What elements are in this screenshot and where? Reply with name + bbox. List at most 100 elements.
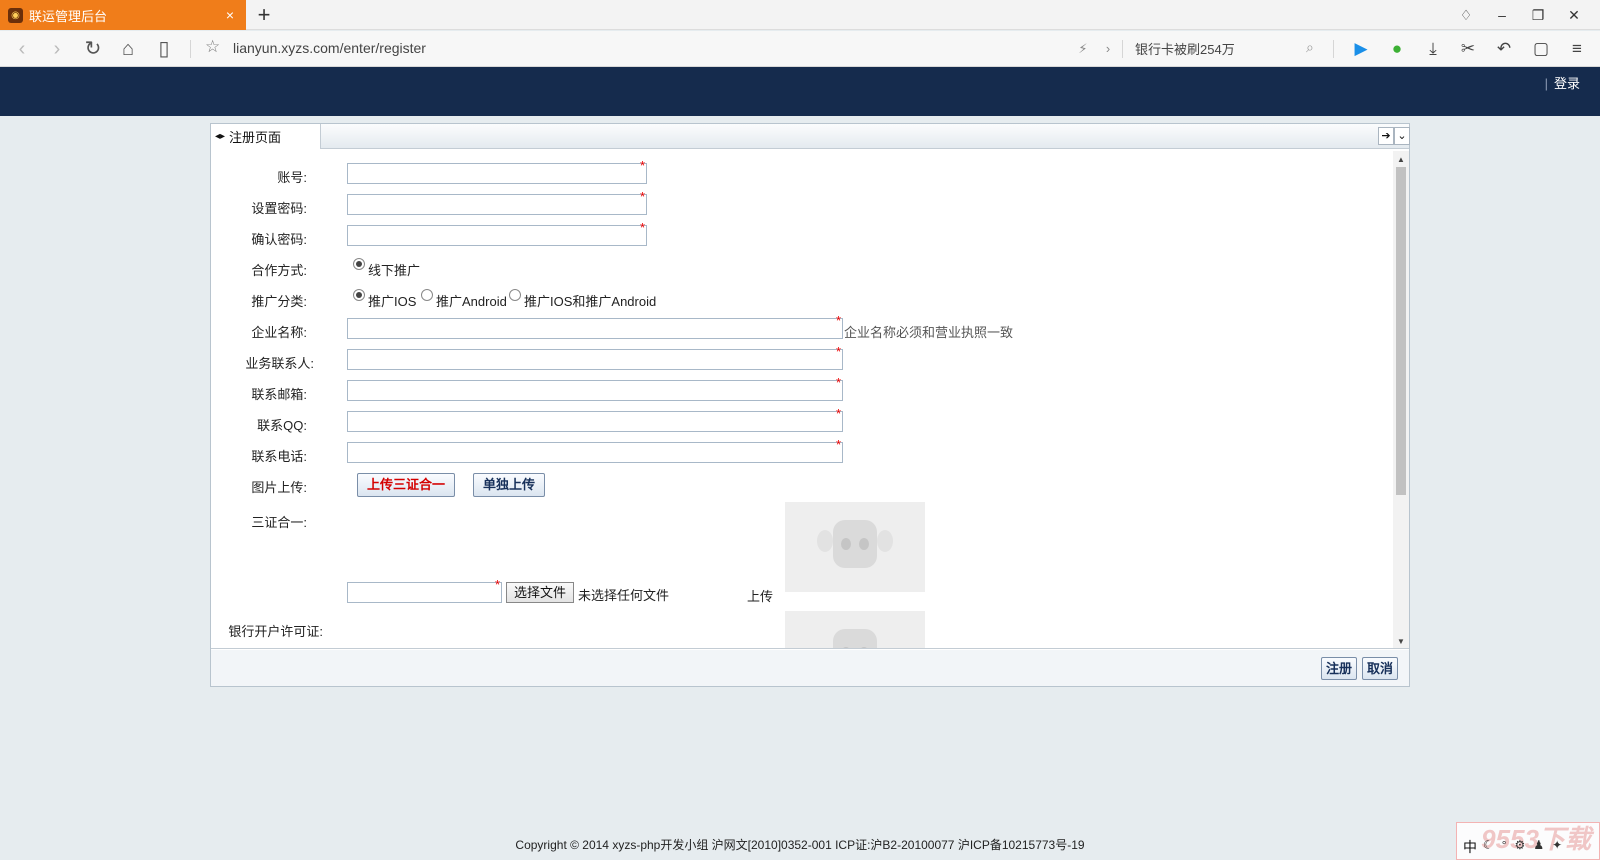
coop-row: 合作方式: 线下推广 xyxy=(211,256,1361,280)
header-divider: | xyxy=(1544,76,1548,91)
image-upload-label: 图片上传: xyxy=(251,480,307,495)
new-tab-button[interactable]: + xyxy=(254,3,274,27)
required-mark: * xyxy=(836,375,842,390)
menu-icon[interactable]: ≡ xyxy=(1566,38,1588,60)
search-input[interactable]: 银行卡被刷254万 xyxy=(1135,39,1235,58)
reload-icon[interactable]: ↻ xyxy=(81,37,105,61)
ime-indicator[interactable]: 中 xyxy=(1463,837,1477,857)
upload-link[interactable]: 上传 xyxy=(747,586,773,605)
qq-label: 联系QQ: xyxy=(257,418,307,433)
password-row: 设置密码: * xyxy=(211,189,1361,218)
placeholder-eye xyxy=(859,538,869,550)
close-window-icon[interactable]: ✕ xyxy=(1556,0,1592,30)
category-ios-radio[interactable] xyxy=(353,289,365,301)
panel-next-icon[interactable]: ➔ xyxy=(1378,127,1394,145)
required-mark: * xyxy=(836,344,842,359)
upload-combined-button[interactable]: 上传三证合一 xyxy=(357,473,455,497)
email-input[interactable] xyxy=(347,380,843,401)
scissors-icon[interactable]: ✂ xyxy=(1457,38,1479,60)
category-both-radio[interactable] xyxy=(509,289,521,301)
download-icon[interactable]: ⤓ xyxy=(1422,38,1444,60)
bookmark-star-icon[interactable]: ☆ xyxy=(205,37,220,57)
category-android-radio[interactable] xyxy=(421,289,433,301)
cancel-button[interactable]: 取消 xyxy=(1362,657,1398,680)
required-mark: * xyxy=(640,189,646,204)
password-input[interactable] xyxy=(347,194,647,215)
watermark: 9553下载 中 ☾°⚙♟✦ xyxy=(1456,822,1600,860)
required-mark: * xyxy=(640,220,646,235)
required-mark: * xyxy=(836,406,842,421)
tab-register-page[interactable]: ◂▸ 注册页面 xyxy=(211,124,321,149)
reader-icon[interactable]: ▯ xyxy=(152,37,176,61)
site-header: | 登录 xyxy=(0,67,1600,116)
ime-toolbar-icons[interactable]: ☾°⚙♟✦ xyxy=(1483,838,1570,852)
bank-license-row: 银行开户许可证: xyxy=(211,611,1361,648)
placeholder-eye xyxy=(841,538,851,550)
choose-file-button[interactable]: 选择文件 xyxy=(506,582,574,603)
confirm-password-label: 确认密码: xyxy=(251,232,307,247)
category-label: 推广分类: xyxy=(251,294,307,309)
company-input[interactable] xyxy=(347,318,843,339)
login-link[interactable]: | 登录 xyxy=(1545,73,1580,92)
required-mark: * xyxy=(640,158,646,173)
phone-input[interactable] xyxy=(347,442,843,463)
category-ios-label: 推广IOS xyxy=(368,294,417,309)
minimize-icon[interactable]: – xyxy=(1484,0,1520,30)
undo-icon[interactable]: ↶ xyxy=(1493,38,1515,60)
coop-label: 合作方式: xyxy=(251,263,307,278)
confirm-password-input[interactable] xyxy=(347,225,647,246)
browser-tabbar: ◉ 联运管理后台 × + ♢ – ❐ ✕ xyxy=(0,0,1600,30)
panel-collapse-icon[interactable]: ⌄ xyxy=(1394,127,1410,145)
bank-license-preview xyxy=(785,611,925,648)
home-icon[interactable]: ⌂ xyxy=(116,37,140,61)
forward-icon[interactable]: › xyxy=(45,37,69,61)
scroll-up-icon[interactable]: ▲ xyxy=(1393,153,1409,167)
browser-tab-active[interactable]: ◉ 联运管理后台 × xyxy=(0,0,246,30)
required-mark: * xyxy=(836,313,842,328)
skin-icon[interactable]: ♢ xyxy=(1448,0,1484,30)
toolbar-divider xyxy=(1333,40,1334,58)
password-label: 设置密码: xyxy=(251,201,307,216)
upload-separate-button[interactable]: 单独上传 xyxy=(473,473,545,497)
toolbar-divider xyxy=(190,40,191,58)
category-android-label: 推广Android xyxy=(436,294,507,309)
account-label: 账号: xyxy=(277,170,307,185)
account-input[interactable] xyxy=(347,163,647,184)
login-label: 登录 xyxy=(1553,76,1580,91)
flash-icon[interactable]: ⚡ xyxy=(1072,38,1094,60)
scroll-down-icon[interactable]: ▼ xyxy=(1393,635,1409,648)
form-scroll-area[interactable]: 账号: * 设置密码: * 确认密码: * 合作方式: 线下推广 推广分类: 推… xyxy=(211,151,1409,649)
coop-offline-label: 线下推广 xyxy=(368,263,421,278)
image-placeholder-icon xyxy=(833,629,877,648)
coop-offline-radio[interactable] xyxy=(353,258,365,270)
tab-close-icon[interactable]: × xyxy=(220,7,240,23)
qq-input[interactable] xyxy=(347,411,843,432)
three-in-one-preview xyxy=(785,502,925,592)
company-row: 企业名称: * 企业名称必须和营业执照一致 xyxy=(211,313,1361,342)
address-forward-icon[interactable]: › xyxy=(1097,38,1119,60)
category-row: 推广分类: 推广IOS 推广Android 推广IOS和推广Android xyxy=(211,287,1361,311)
contact-label: 业务联系人: xyxy=(245,356,314,371)
toolbar-divider xyxy=(1122,40,1123,58)
required-mark: * xyxy=(836,437,842,452)
address-input[interactable]: lianyun.xyzs.com/enter/register xyxy=(233,40,426,56)
bag-icon[interactable]: ▢ xyxy=(1530,38,1552,60)
copyright-text: Copyright © 2014 xyzs-php开发小组 沪网文[2010]0… xyxy=(515,838,1085,852)
contact-input[interactable] xyxy=(347,349,843,370)
email-label: 联系邮箱: xyxy=(251,387,307,402)
qq-row: 联系QQ: * xyxy=(211,406,1361,435)
tab-switch-icon[interactable]: ◂▸ xyxy=(215,131,225,142)
restore-icon[interactable]: ❐ xyxy=(1520,0,1556,30)
form-scrollbar[interactable]: ▲ ▼ xyxy=(1393,151,1409,648)
contact-row: 业务联系人: * xyxy=(211,344,1361,373)
company-hint: 企业名称必须和营业执照一致 xyxy=(844,325,1014,340)
three-in-one-row: 三证合一: * 选择文件 未选择任何文件 上传 xyxy=(211,502,1361,608)
register-button[interactable]: 注册 xyxy=(1321,657,1357,680)
video-play-icon[interactable]: ▶ xyxy=(1350,38,1372,60)
back-icon[interactable]: ‹ xyxy=(10,37,34,61)
phone-label: 联系电话: xyxy=(251,449,307,464)
three-in-one-file-input[interactable] xyxy=(347,582,502,603)
scroll-thumb[interactable] xyxy=(1396,167,1406,495)
search-icon[interactable]: ⌕ xyxy=(1306,39,1314,56)
wechat-icon[interactable]: ● xyxy=(1386,38,1408,60)
